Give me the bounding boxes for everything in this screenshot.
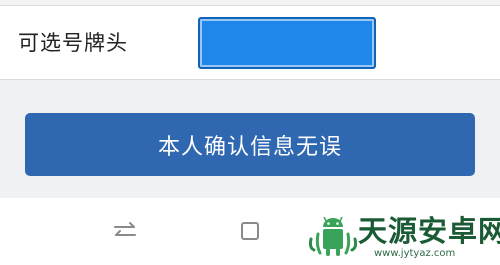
site-watermark: 天源安卓网 www.jytyaz.com [308,213,500,261]
plate-prefix-label: 可选号牌头 [18,31,128,55]
watermark-url: www.jytyaz.com [374,248,456,259]
home-square-icon[interactable] [239,220,261,242]
switch-apps-icon[interactable] [112,220,138,242]
watermark-title: 天源安卓网 [358,214,500,248]
confirm-info-button[interactable]: 本人确认信息无误 [25,113,475,176]
plate-prefix-select[interactable] [198,17,376,69]
android-logo-icon [308,216,358,259]
plate-prefix-row: 可选号牌头 [0,6,500,80]
